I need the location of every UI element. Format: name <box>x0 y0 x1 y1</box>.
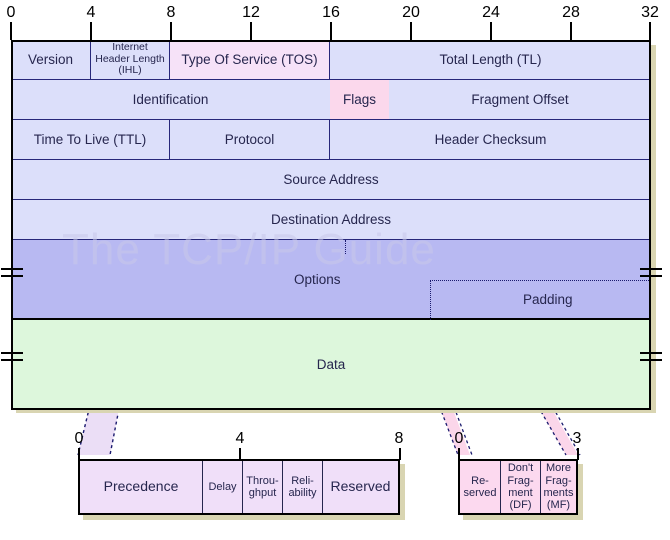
tos-ruler-label-4: 4 <box>235 430 245 447</box>
ip-header-diagram: 0 4 8 12 16 20 24 28 32 Version Internet… <box>0 0 670 540</box>
ruler-label-8: 8 <box>166 4 176 21</box>
ruler-label-28: 28 <box>562 4 580 21</box>
tos-ruler-label-0: 0 <box>74 430 84 447</box>
tos-subfield-throughput-line1: Throu- <box>246 474 279 487</box>
flags-subfield-reserved-line1: Re- <box>471 474 489 487</box>
tos-subfield-throughput-line2: ghput <box>248 487 277 499</box>
flags-subfield-mf-line1: More <box>545 462 572 475</box>
flags-subfield-df-line3: ment <box>508 487 533 499</box>
ruler-label-4: 4 <box>86 4 96 21</box>
tos-ruler-label-8: 8 <box>394 430 404 447</box>
flags-subfield-df-line2: Frag- <box>507 474 534 487</box>
watermark: The TCP/IP Guide <box>62 225 436 274</box>
ruler-label-16: 16 <box>322 4 340 21</box>
tos-subfield-reliability: Reli- ability <box>282 461 322 513</box>
flags-detail-box: Re- served Don't Frag- ment (DF) More Fr… <box>458 459 578 515</box>
ruler-label-20: 20 <box>402 4 420 21</box>
flags-subfield-mf-line2: Frag- <box>545 474 572 487</box>
flags-subfield-dont-fragment: Don't Frag- ment (DF) <box>500 461 540 513</box>
flags-subfield-df-line1: Don't <box>507 462 534 475</box>
flags-subfield-mf-line4: (MF) <box>546 499 571 512</box>
tos-subfield-delay: Delay <box>202 461 242 513</box>
flags-subfield-mf-line3: ments <box>543 487 574 499</box>
tos-subfield-reserved: Reserved <box>322 461 398 513</box>
flags-subfield-reserved: Re- served <box>460 461 500 513</box>
tos-detail-box: Precedence Delay Throu- ghput Reli- abil… <box>78 459 400 515</box>
ruler-label-0: 0 <box>6 4 16 21</box>
tos-subfield-throughput: Throu- ghput <box>242 461 282 513</box>
flags-subfield-df-line4: (DF) <box>509 499 532 512</box>
flags-ruler-label-3: 3 <box>572 430 582 447</box>
ruler-label-32: 32 <box>641 4 659 21</box>
tos-subfield-reliability-line1: Reli- <box>291 474 314 487</box>
tos-subfield-reliability-line2: ability <box>288 487 317 499</box>
flags-subfield-reserved-line2: served <box>463 487 497 499</box>
flags-ruler-label-0: 0 <box>454 430 464 447</box>
tos-subfield-precedence: Precedence <box>103 478 179 495</box>
ruler-label-24: 24 <box>482 4 500 21</box>
ruler-label-12: 12 <box>242 4 260 21</box>
flags-subfield-more-fragments: More Frag- ments (MF) <box>540 461 576 513</box>
